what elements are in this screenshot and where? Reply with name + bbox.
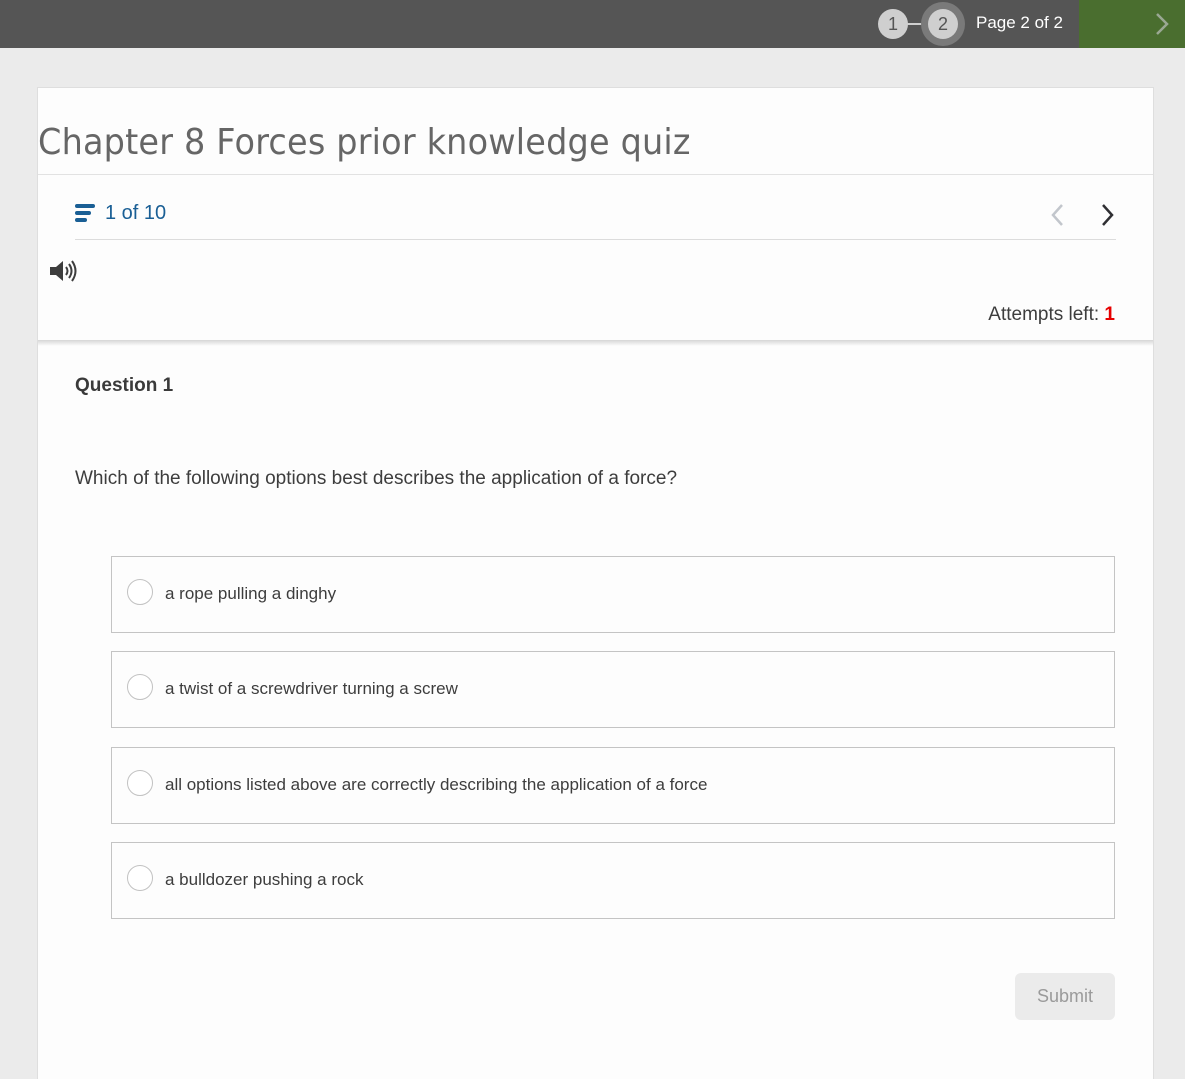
radio-button[interactable] [127,865,153,891]
question-navigation: 1 of 10 [75,200,1116,240]
option-label: a twist of a screwdriver turning a screw [165,679,458,698]
next-page-button[interactable] [1079,0,1185,48]
page-indicator: Page 2 of 2 [976,13,1063,32]
divider [38,174,1153,175]
question-list-icon[interactable] [75,204,95,224]
option-label: all options listed above are correctly d… [165,775,708,794]
question-title: Question 1 [75,375,174,396]
quiz-title: Chapter 8 Forces prior knowledge quiz [38,122,691,163]
submit-button[interactable]: Submit [1015,973,1115,1020]
attempts-value: 1 [1104,304,1115,325]
previous-question-button[interactable] [1048,202,1068,228]
option-label: a rope pulling a dinghy [165,584,337,603]
page-stepper: 1 2 [878,2,968,46]
radio-button[interactable] [127,579,153,605]
attempts-left: Attempts left: 1 [988,304,1115,326]
question-text: Which of the following options best desc… [75,468,678,489]
answer-option[interactable]: a bulldozer pushing a rock [111,842,1115,919]
step-2[interactable]: 2 [928,9,958,39]
read-aloud-button[interactable] [49,257,81,285]
step-1[interactable]: 1 [878,9,908,39]
top-bar: 1 2 Page 2 of 2 [0,0,1185,48]
quiz-card: Chapter 8 Forces prior knowledge quiz 1 … [37,87,1154,1079]
answer-option[interactable]: a twist of a screwdriver turning a screw [111,651,1115,728]
chevron-right-icon [1156,13,1169,35]
question-counter[interactable]: 1 of 10 [105,202,166,225]
header-shadow [38,340,1153,346]
divider [75,239,1116,240]
answer-option[interactable]: a rope pulling a dinghy [111,556,1115,633]
radio-button[interactable] [127,674,153,700]
radio-button[interactable] [127,770,153,796]
speaker-icon [50,260,77,282]
chevron-right-icon [1102,204,1114,226]
chevron-left-icon [1051,204,1063,226]
option-label: a bulldozer pushing a rock [165,870,364,889]
answer-option[interactable]: all options listed above are correctly d… [111,747,1115,824]
next-question-button[interactable] [1098,202,1118,228]
attempts-label: Attempts left: [988,304,1100,325]
